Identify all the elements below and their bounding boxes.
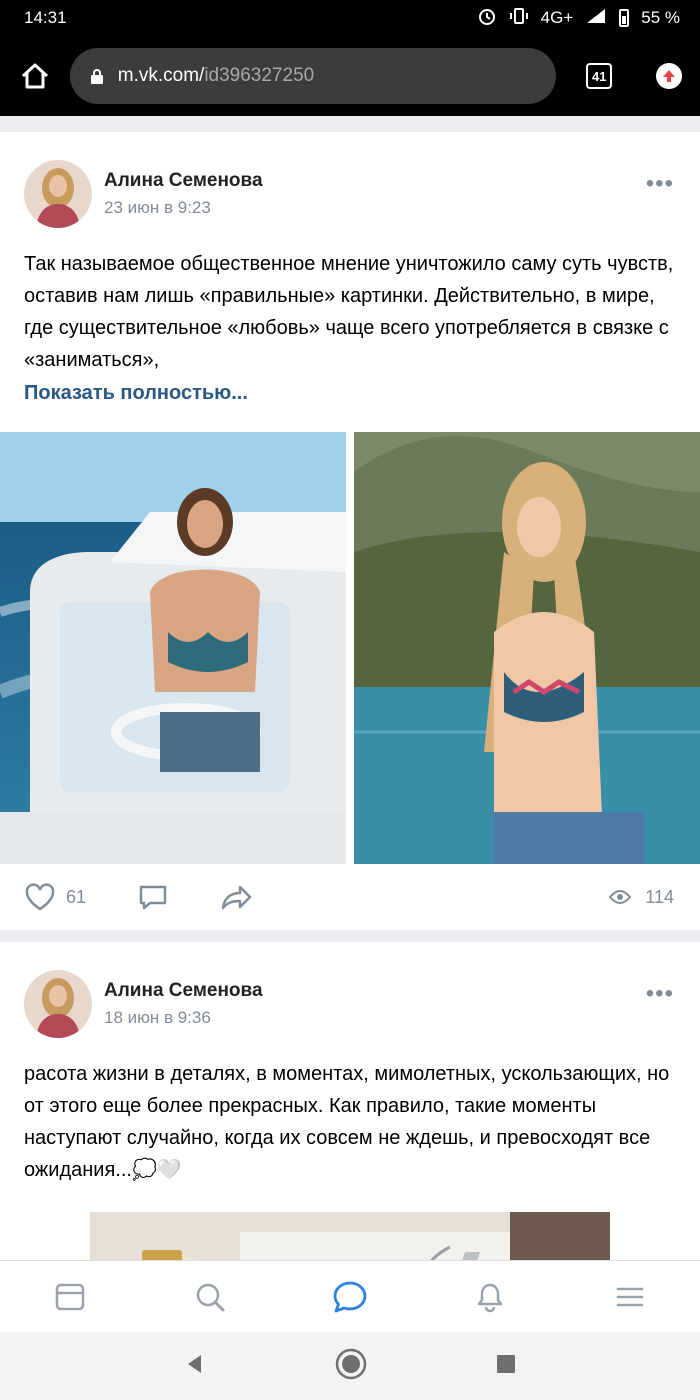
avatar[interactable] xyxy=(24,160,92,228)
post-text: расота жизни в деталях, в моментах, мимо… xyxy=(24,1063,670,1181)
messages-tab[interactable] xyxy=(326,1273,374,1321)
home-icon xyxy=(21,63,48,89)
lock-icon xyxy=(90,69,103,84)
home-circle-icon xyxy=(335,1348,367,1379)
post-photo[interactable] xyxy=(0,432,346,864)
back-button[interactable] xyxy=(183,1352,207,1381)
signal-icon xyxy=(585,7,607,30)
more-options-icon[interactable]: ••• xyxy=(646,980,674,1008)
messages-icon xyxy=(333,1281,367,1312)
home-button[interactable] xyxy=(18,59,52,93)
news-icon xyxy=(55,1283,85,1310)
update-button[interactable] xyxy=(656,63,682,89)
share-button[interactable] xyxy=(220,883,254,911)
bottom-nav xyxy=(0,1260,700,1332)
views: 114 xyxy=(609,887,674,908)
news-tab[interactable] xyxy=(46,1273,94,1321)
notifications-tab[interactable] xyxy=(466,1273,514,1321)
avatar[interactable] xyxy=(24,970,92,1038)
post-date[interactable]: 23 июн в 9:23 xyxy=(104,198,676,218)
post-actions: 61 114 xyxy=(0,864,700,930)
feed-spacer xyxy=(0,116,700,132)
post-header: Алина Семенова 18 июн в 9:36 xyxy=(0,942,700,1046)
post-photos xyxy=(0,432,700,864)
more-options-icon[interactable]: ••• xyxy=(646,170,674,198)
menu-tab[interactable] xyxy=(606,1273,654,1321)
system-nav xyxy=(0,1332,700,1400)
comment-button[interactable] xyxy=(138,883,168,911)
recents-button[interactable] xyxy=(495,1353,517,1380)
comment-icon xyxy=(139,885,167,910)
post: Алина Семенова 23 июн в 9:23 ••• Так наз… xyxy=(0,132,700,930)
back-icon xyxy=(188,1354,202,1373)
browser-toolbar: m.vk.com/id396327250 41 xyxy=(0,36,700,116)
alarm-icon xyxy=(477,6,497,31)
tabs-button[interactable]: 41 xyxy=(586,63,613,89)
network-type: 4G+ xyxy=(540,8,574,27)
notifications-icon xyxy=(477,1283,503,1312)
url-field[interactable]: m.vk.com/id396327250 xyxy=(69,48,557,104)
post-header: Алина Семенова 23 июн в 9:23 xyxy=(0,132,700,236)
search-tab[interactable] xyxy=(186,1273,234,1321)
status-bar: 14:31 4G+ 55 % xyxy=(0,0,700,36)
like-button[interactable]: 61 xyxy=(24,883,86,911)
view-count: 114 xyxy=(645,886,674,907)
show-more-link[interactable]: Показать полностью... xyxy=(0,376,700,416)
battery-level: 55 % xyxy=(641,8,680,27)
share-icon xyxy=(221,885,252,910)
arrow-up-icon xyxy=(663,70,676,82)
recents-icon xyxy=(496,1354,515,1373)
eye-icon xyxy=(609,890,632,904)
status-time: 14:31 xyxy=(24,8,67,27)
url-path: id396327250 xyxy=(204,65,315,86)
author-name[interactable]: Алина Семенова xyxy=(104,980,676,1002)
vibrate-icon xyxy=(509,6,529,31)
post-photo[interactable] xyxy=(354,432,700,864)
post-date[interactable]: 18 июн в 9:36 xyxy=(104,1008,676,1028)
news-feed: Алина Семенова 23 июн в 9:23 ••• Так наз… xyxy=(0,116,700,1260)
search-icon xyxy=(196,1283,225,1311)
author-name[interactable]: Алина Семенова xyxy=(104,170,676,192)
post-photo[interactable] xyxy=(90,1212,610,1260)
url-host: m.vk.com/ xyxy=(117,65,205,86)
like-count: 61 xyxy=(66,886,87,907)
home-system-button[interactable] xyxy=(334,1347,368,1386)
battery-icon xyxy=(619,9,630,27)
post: Алина Семенова 18 июн в 9:36 ••• расота … xyxy=(0,942,700,1260)
post-text: Так называемое общественное мнение уничт… xyxy=(24,253,674,371)
heart-icon xyxy=(25,883,55,911)
menu-icon xyxy=(616,1287,644,1306)
